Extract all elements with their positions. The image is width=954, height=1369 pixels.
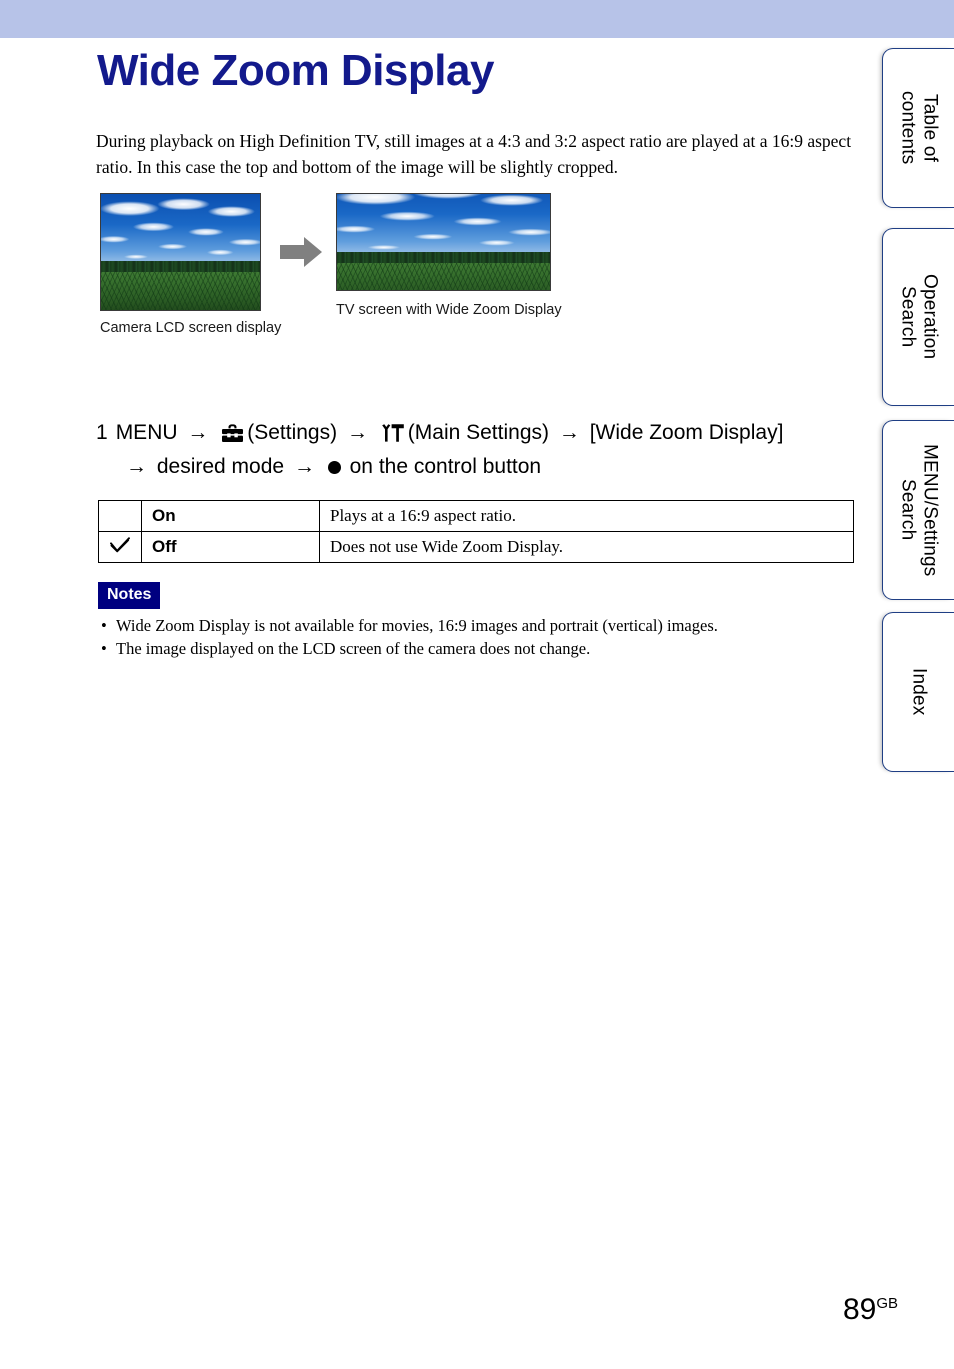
figure-caption-left: Camera LCD screen display	[100, 320, 282, 336]
arrow-glyph-4: →	[126, 455, 147, 478]
toolbox-icon	[221, 422, 244, 452]
main-content: Wide Zoom Display During playback on Hig…	[0, 38, 876, 1369]
target-setting-label: [Wide Zoom Display]	[589, 421, 784, 444]
cornfield-layer	[101, 271, 260, 310]
wrench-hammer-icon	[381, 422, 405, 452]
sidebar-item-index[interactable]: Index	[882, 612, 954, 772]
tab-label: Index	[908, 668, 930, 716]
table-row: Off Does not use Wide Zoom Display.	[98, 531, 854, 563]
photo-standard-aspect	[100, 193, 261, 311]
cornfield-scene	[101, 194, 260, 310]
intro-paragraph: During playback on High Definition TV, s…	[96, 131, 852, 177]
sidebar-item-operation-search[interactable]: Operation Search	[882, 228, 954, 406]
cornfield-scene-cropped	[337, 194, 550, 290]
page-number-value: 89	[842, 1293, 877, 1326]
row-check-cell	[98, 531, 142, 563]
option-name: On	[141, 500, 320, 532]
notes-badge: Notes	[98, 582, 161, 609]
figure-row: Camera LCD screen display TV screen with…	[96, 193, 856, 363]
table-row: On Plays at a 16:9 aspect ratio.	[98, 500, 854, 532]
arrow-glyph-2: →	[346, 421, 368, 444]
document-page: Wide Zoom Display During playback on Hig…	[0, 0, 954, 1369]
note-item: The image displayed on the LCD screen of…	[99, 637, 869, 660]
note-item: Wide Zoom Display is not available for m…	[99, 614, 869, 637]
settings-label: (Settings)	[247, 421, 338, 444]
figure-caption-right: TV screen with Wide Zoom Display	[336, 302, 562, 318]
tab-label: Table of contents	[897, 91, 941, 165]
sky-layer	[101, 194, 260, 268]
page-title: Wide Zoom Display	[97, 46, 494, 95]
step-line-2: → desired mode → on the control button	[122, 452, 866, 482]
tab-label: Operation Search	[897, 274, 941, 360]
control-button-label: on the control button	[349, 455, 542, 478]
option-name: Off	[141, 531, 320, 563]
photo-wide-aspect	[336, 193, 551, 291]
side-tab-nav: Table of contents Operation Search MENU/…	[876, 0, 954, 1369]
step-instruction: 1 MENU → (Settings) → (Main Settings) →	[96, 418, 866, 482]
sidebar-item-table-of-contents[interactable]: Table of contents	[882, 48, 954, 208]
menu-label: MENU	[115, 421, 178, 444]
main-settings-label: (Main Settings)	[407, 421, 549, 444]
arrow-glyph-1: →	[187, 421, 209, 444]
right-arrow-icon	[278, 235, 324, 269]
row-check-cell	[98, 500, 142, 532]
option-description: Does not use Wide Zoom Display.	[319, 531, 854, 563]
step-number: 1	[96, 421, 108, 444]
tab-label: MENU/Settings Search	[897, 443, 941, 577]
desired-mode-label: desired mode	[156, 455, 285, 478]
arrow-glyph-5: →	[293, 455, 315, 478]
checkmark-icon	[109, 536, 131, 558]
center-button-icon	[327, 461, 341, 474]
options-table: On Plays at a 16:9 aspect ratio. Off Doe	[98, 500, 854, 563]
header-band	[0, 0, 954, 38]
sidebar-item-menu-settings-search[interactable]: MENU/Settings Search	[882, 420, 954, 600]
option-description: Plays at a 16:9 aspect ratio.	[319, 500, 854, 532]
arrow-glyph-3: →	[558, 421, 580, 444]
figure-tv-wide-zoom: TV screen with Wide Zoom Display	[336, 193, 562, 318]
notes-list: Wide Zoom Display is not available for m…	[99, 614, 869, 660]
figure-camera-lcd: Camera LCD screen display	[100, 193, 281, 336]
sky-layer	[337, 194, 550, 258]
cornfield-layer	[337, 262, 550, 290]
